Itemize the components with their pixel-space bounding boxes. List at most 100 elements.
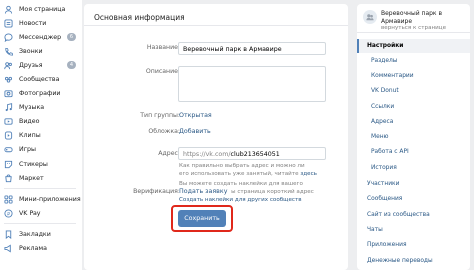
section-title: Основная информация <box>84 4 348 26</box>
address-hint-line: его использовать уже занятый, читайте <box>179 171 299 177</box>
nav-item-ads[interactable]: Реклама <box>0 242 82 256</box>
sidebar-item[interactable]: Участники <box>357 176 470 191</box>
address-prefix: https://vk.com/ <box>183 151 231 158</box>
sidebar-subitem[interactable]: История <box>357 160 470 175</box>
bookmark-icon <box>4 230 13 239</box>
nav-item-photo[interactable]: Фотографии <box>0 87 82 101</box>
sidebar-item[interactable]: Чаты <box>357 222 470 237</box>
video-icon <box>4 117 13 126</box>
nav-item-video[interactable]: Видео <box>0 115 82 129</box>
sidebar-subitem[interactable]: Меню <box>357 129 470 144</box>
nav-item-label: Фотографии <box>19 90 61 98</box>
messenger-icon <box>4 33 13 42</box>
nav-item-communities[interactable]: Сообщества <box>0 72 82 86</box>
friends-icon <box>4 61 13 70</box>
name-label: Название: <box>146 44 180 51</box>
nav-item-label: Маркет <box>19 174 44 182</box>
description-field[interactable] <box>178 66 326 102</box>
communities-icon <box>4 75 13 84</box>
market-icon <box>4 174 13 183</box>
nav-item-bookmark[interactable]: Закладки <box>0 227 82 241</box>
nav-item-label: Сообщества <box>19 76 60 84</box>
nav-item-label: Закладки <box>19 230 51 238</box>
verification-label: Верификация: <box>133 188 180 195</box>
nav-item-label: Мини-приложения <box>19 195 81 203</box>
address-hint-line: Как правильно выбрать адрес и можно ли <box>179 163 305 169</box>
group-name: Веревочный парк в Армавире <box>381 10 443 25</box>
nav-item-friends[interactable]: Друзья 4 <box>0 58 82 72</box>
name-field[interactable]: Веревочный парк в Армавире <box>178 42 326 55</box>
address-hint: Как правильно выбрать адрес и можно ли е… <box>179 162 329 178</box>
sidebar-subitem[interactable]: VK Donut <box>357 84 470 99</box>
nav-item-apps[interactable]: Мини-приложения <box>0 192 82 206</box>
nav-item-user[interactable]: Моя страница <box>0 2 82 16</box>
games-icon <box>4 145 13 154</box>
nav-item-stickers[interactable]: Стикеры <box>0 157 82 171</box>
nav-item-label: Игры <box>19 146 36 154</box>
sidebar-item[interactable]: Приложения <box>357 238 470 253</box>
nav-item-label: Музыка <box>19 104 45 112</box>
counter-badge: 6 <box>67 33 76 42</box>
nav-item-label: Новости <box>19 19 47 27</box>
address-help-link[interactable]: здесь <box>300 171 317 177</box>
nav-item-label: Стикеры <box>19 160 48 168</box>
nav-item-label: Звонки <box>19 47 43 55</box>
sidebar-item-settings[interactable]: Настройки <box>357 39 470 53</box>
nav-divider <box>4 188 76 190</box>
save-button[interactable]: Сохранить <box>178 210 226 227</box>
sidebar-item[interactable]: Сайт из сообщества <box>357 207 470 222</box>
address-label: Адрес: <box>158 150 180 157</box>
stickers-icon <box>4 160 13 169</box>
phone-icon <box>4 47 13 56</box>
group-avatar-icon <box>363 10 377 24</box>
sidebar-subitem[interactable]: Работа с API <box>357 145 470 160</box>
nav-item-vkpay[interactable]: ₽ VK Pay <box>0 206 82 220</box>
nav-item-label: Моя страница <box>19 5 66 13</box>
clips-icon <box>4 131 13 140</box>
nav-item-label: Клипы <box>19 132 41 140</box>
sidebar-subitem[interactable]: Адреса <box>357 114 470 129</box>
address-value: club213654051 <box>230 151 280 158</box>
cover-add-link[interactable]: Добавить <box>179 128 211 135</box>
address-field[interactable]: https://vk.com/club213654051 <box>178 147 326 160</box>
group-card[interactable]: Веревочный парк в Армавире вернуться к с… <box>357 4 470 33</box>
sidebar-subitem[interactable]: Разделы <box>357 53 470 68</box>
vkpay-icon: ₽ <box>4 209 13 218</box>
nav-item-label: Друзья <box>19 61 43 69</box>
nav-item-market[interactable]: Маркет <box>0 171 82 185</box>
apps-icon <box>4 195 13 204</box>
nav-item-label: Видео <box>19 118 40 126</box>
cover-label: Обложка: <box>148 128 180 135</box>
community-settings-sidebar: Веревочный парк в Армавире вернуться к с… <box>357 4 470 270</box>
nav-item-label: VK Pay <box>19 209 41 217</box>
create-stickers-link[interactable]: Создать наклейки для других сообществ <box>179 196 329 204</box>
music-icon <box>4 103 13 112</box>
nav-divider <box>4 223 76 225</box>
verification-apply-link[interactable]: Подать заявку <box>179 188 232 195</box>
news-icon <box>4 19 13 28</box>
sidebar-item[interactable]: Сообщения <box>357 192 470 207</box>
left-navigation: Моя страница Новости Мессенджер 6 Звонки Друз… <box>0 0 82 270</box>
group-type-label: Тип группы: <box>140 112 180 119</box>
nav-item-music[interactable]: Музыка <box>0 101 82 115</box>
sidebar-item[interactable]: Денежные переводы <box>357 253 470 268</box>
sidebar-subitem[interactable]: Ссылки <box>357 99 470 114</box>
description-label: Описание: <box>145 68 180 75</box>
group-type-value[interactable]: Открытая <box>179 112 212 119</box>
nav-item-label: Мессенджер <box>19 33 62 41</box>
photo-icon <box>4 89 13 98</box>
nav-item-label: Реклама <box>19 245 47 253</box>
nav-item-news[interactable]: Новости <box>0 16 82 30</box>
counter-badge: 4 <box>67 61 76 70</box>
nav-item-phone[interactable]: Звонки <box>0 44 82 58</box>
nav-item-games[interactable]: Игры <box>0 143 82 157</box>
user-icon <box>4 5 13 14</box>
svg-text:₽: ₽ <box>7 211 10 217</box>
stickers-hint-line: Вы можете создать наклейки для вашего <box>179 181 303 187</box>
sidebar-subitem[interactable]: Комментарии <box>357 68 470 83</box>
nav-item-clips[interactable]: Клипы <box>0 129 82 143</box>
ads-icon <box>4 244 13 253</box>
back-to-page-link[interactable]: вернуться к странице <box>381 25 470 32</box>
nav-item-messenger[interactable]: Мессенджер 6 <box>0 30 82 44</box>
main-settings-panel: Основная информация Название: Веревочный… <box>84 4 348 270</box>
